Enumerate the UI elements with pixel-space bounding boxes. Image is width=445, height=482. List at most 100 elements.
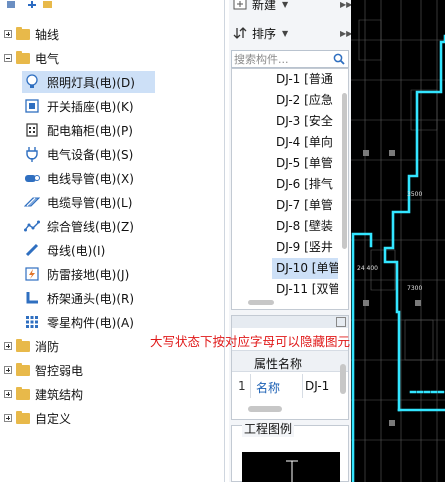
folder-icon <box>16 338 30 352</box>
tree-category-low-voltage[interactable]: 智控弱电 <box>4 359 83 381</box>
sort-button[interactable]: 排序 ▼ <box>233 23 288 43</box>
close-icon[interactable] <box>336 317 346 327</box>
folder-icon <box>16 362 30 376</box>
tree-item-tray-fitting[interactable]: 桥架通头(电)(R) <box>22 287 155 309</box>
tree-category-axis[interactable]: 轴线 <box>4 23 59 45</box>
tree-item-wire-conduit[interactable]: 电线导管(电)(X) <box>22 167 155 189</box>
search-icon[interactable] <box>333 53 345 65</box>
component-search <box>231 50 349 68</box>
tree-category-label: 建筑结构 <box>35 387 84 402</box>
expand-toggle[interactable] <box>4 390 12 398</box>
folder-icon <box>16 410 30 424</box>
expand-toggle[interactable] <box>4 342 12 350</box>
tree-item-label: 开关插座(电)(K) <box>47 99 134 114</box>
list-item[interactable]: DJ-9 [竖井 <box>272 237 338 258</box>
lightning-icon <box>24 266 40 282</box>
sort-label: 排序 <box>252 26 277 41</box>
tree-item-integrated-pipeline[interactable]: 综合管线(电)(Z) <box>22 215 155 237</box>
chevron-down-icon: ▼ <box>282 0 289 9</box>
tree-item-label: 电缆导管(电)(L) <box>47 195 133 210</box>
tree-item-label: 母线(电)(I) <box>47 243 106 258</box>
component-list: DJ-1 [普通 DJ-2 [应急 DJ-3 [安全 DJ-4 [单向 DJ-5… <box>231 68 349 310</box>
list-item[interactable]: DJ-6 [排气 <box>272 174 338 195</box>
switch-socket-icon <box>24 98 40 114</box>
tree-category-label: 智控弱电 <box>35 363 84 378</box>
new-label: 新建 <box>252 0 277 12</box>
chevron-down-icon: ▼ <box>282 28 289 38</box>
folder-icon <box>16 50 30 64</box>
list-item[interactable]: DJ-4 [单向 <box>272 132 338 153</box>
tree-item-lighting[interactable]: 照明灯具(电)(D) <box>22 71 155 93</box>
property-name: 名称 <box>256 381 281 395</box>
hint-annotation: 大写状态下按对应字母可以隐藏图元 <box>150 334 351 349</box>
cable-conduit-icon <box>24 194 40 210</box>
expand-toggle[interactable] <box>4 30 12 38</box>
property-vertical-scrollbar[interactable] <box>340 364 346 394</box>
collapse-toggle[interactable] <box>4 54 12 62</box>
folder-icon <box>16 26 30 40</box>
folder-icon <box>16 386 30 400</box>
tree-item-electrical-equipment[interactable]: 电气设备(电)(S) <box>22 143 155 165</box>
tree-item-cable-conduit[interactable]: 电缆导管(电)(L) <box>22 191 155 213</box>
cad-dimension-label: 24 400 <box>357 265 378 272</box>
component-tree-panel: 轴线 电气 照明灯具(电)(D) 开关插座(电)(K) 配电箱柜(电)(P) 电… <box>0 0 225 482</box>
cad-dimension-label: 7300 <box>407 285 422 292</box>
expand-icon[interactable] <box>6 0 18 10</box>
pipeline-icon <box>24 218 40 234</box>
list-item[interactable]: DJ-3 [安全 <box>272 111 338 132</box>
property-column-header: 属性名称 <box>232 350 348 372</box>
wire-conduit-icon <box>24 170 40 186</box>
property-horizontal-scrollbar[interactable] <box>248 406 282 412</box>
tree-item-label: 照明灯具(电)(D) <box>47 75 135 90</box>
tree-category-building-structure[interactable]: 建筑结构 <box>4 383 83 405</box>
cell-divider <box>250 374 251 398</box>
tree-item-misc-components[interactable]: 零星构件(电)(A) <box>22 311 155 333</box>
plug-icon <box>24 146 40 162</box>
list-item[interactable]: DJ-8 [壁装 <box>272 216 338 237</box>
list-item[interactable]: DJ-1 [普通 <box>272 69 338 90</box>
tree-item-lightning-grounding[interactable]: 防雷接地(电)(J) <box>22 263 155 285</box>
component-list-panel: 新建 ▼ ▶▶ 排序 ▼ ▶▶ DJ-1 [普通 DJ-2 [应急 DJ-3 [… <box>229 0 352 482</box>
sort-icon <box>233 27 247 39</box>
tree-item-label: 电气设备(电)(S) <box>47 147 134 162</box>
tree-category-label: 自定义 <box>35 411 72 426</box>
tree-item-distribution-box[interactable]: 配电箱柜(电)(P) <box>22 119 155 141</box>
list-item[interactable]: DJ-5 [单管 <box>272 153 338 174</box>
list-item[interactable]: DJ-11 [双管 <box>272 279 338 300</box>
tree-item-label: 零星构件(电)(A) <box>47 315 134 330</box>
legend-title: 工程图例 <box>242 420 295 437</box>
bulb-icon <box>24 74 40 90</box>
grid-icon <box>24 314 40 330</box>
property-row[interactable]: 1 名称 DJ-1 <box>232 374 348 398</box>
expand-toggle[interactable] <box>4 366 12 374</box>
expand-toggle[interactable] <box>4 414 12 422</box>
list-vertical-scrollbar[interactable] <box>342 93 347 249</box>
tree-item-label: 配电箱柜(电)(P) <box>47 123 133 138</box>
tree-category-electric[interactable]: 电气 <box>4 47 59 69</box>
list-item-selected[interactable]: DJ-10 [单管 <box>272 258 338 279</box>
list-item[interactable]: DJ-7 [单管 <box>272 195 338 216</box>
add-icon[interactable] <box>26 0 38 10</box>
tree-item-switch-socket[interactable]: 开关插座(电)(K) <box>22 95 155 117</box>
cell-divider <box>302 374 303 398</box>
row-number: 1 <box>238 379 246 393</box>
list-horizontal-scrollbar[interactable] <box>248 300 274 305</box>
new-icon <box>233 0 247 10</box>
tree-category-label: 消防 <box>35 339 60 354</box>
tree-item-busbar[interactable]: 母线(电)(I) <box>22 239 155 261</box>
search-input[interactable] <box>234 52 332 66</box>
tray-fitting-icon <box>24 290 40 306</box>
property-panel-header <box>232 316 348 328</box>
tree-category-fire[interactable]: 消防 <box>4 335 59 357</box>
cad-canvas[interactable]: 3500 24 400 7300 <box>351 0 445 482</box>
tree-item-label: 防雷接地(电)(J) <box>47 267 130 282</box>
distribution-box-icon <box>24 122 40 138</box>
edit-icon[interactable] <box>42 0 54 10</box>
legend-preview <box>242 452 340 482</box>
floor-plan-drawing: 3500 24 400 7300 <box>351 0 445 482</box>
tree-category-label: 电气 <box>35 51 60 66</box>
tree-category-custom[interactable]: 自定义 <box>4 407 71 429</box>
list-item[interactable]: DJ-2 [应急 <box>272 90 338 111</box>
new-button[interactable]: 新建 ▼ <box>233 0 288 14</box>
property-value[interactable]: DJ-1 <box>305 379 329 393</box>
